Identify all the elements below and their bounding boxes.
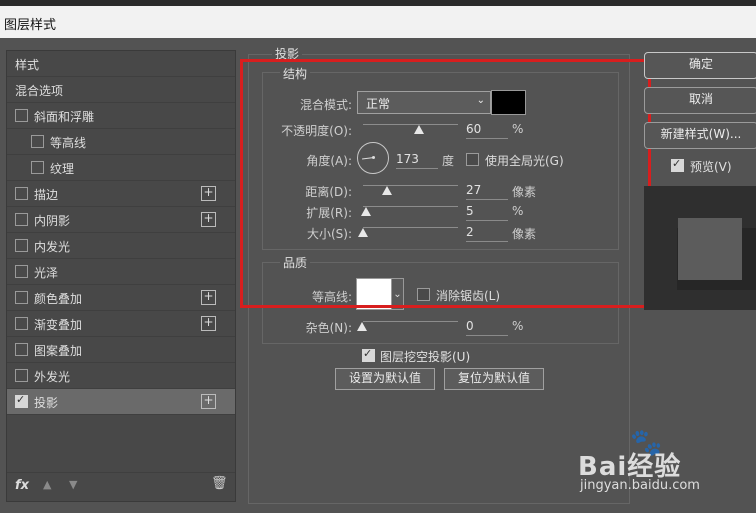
sidebar-item[interactable]: 内阴影 + [7, 207, 235, 233]
ok-button[interactable]: 确定 [644, 52, 756, 79]
sidebar-item[interactable]: 混合选项 [7, 77, 235, 103]
baidu-watermark: 🐾 Bai经验 jingyan.baidu.com [576, 428, 756, 498]
sidebar-item-label: 斜面和浮雕 [34, 110, 95, 124]
add-effect-icon[interactable]: + [201, 186, 216, 201]
trash-icon[interactable]: 🗑 [211, 476, 228, 491]
add-effect-icon[interactable]: + [201, 290, 216, 305]
sidebar-item-checkbox[interactable] [15, 393, 28, 408]
fx-button[interactable]: fx [15, 478, 29, 493]
sidebar-item[interactable]: 投影 + [7, 389, 235, 415]
knockout-checkbox[interactable] [362, 347, 375, 362]
sidebar-item-label: 描边 [34, 188, 59, 202]
sidebar-item[interactable]: 颜色叠加 + [7, 285, 235, 311]
noise-unit: % [512, 319, 524, 333]
noise-slider-handle[interactable] [357, 322, 367, 331]
sidebar-item[interactable]: 纹理 [7, 155, 235, 181]
watermark-url: jingyan.baidu.com [580, 478, 700, 493]
sidebar-item-checkbox[interactable] [15, 265, 28, 278]
sidebar-item[interactable]: 图案叠加 [7, 337, 235, 363]
sidebar-item-checkbox[interactable] [15, 239, 28, 252]
move-up-icon[interactable]: ▲ [43, 478, 51, 491]
sidebar-item[interactable]: 描边 + [7, 181, 235, 207]
sidebar-item-label: 纹理 [50, 162, 75, 176]
sidebar-item[interactable]: 外发光 [7, 363, 235, 389]
noise-slider-track[interactable] [363, 321, 458, 322]
add-effect-icon[interactable]: + [201, 316, 216, 331]
noise-label: 杂色(N): [305, 321, 352, 335]
sidebar-item-label: 等高线 [50, 136, 87, 150]
sidebar-item[interactable]: 渐变叠加 + [7, 311, 235, 337]
add-effect-icon[interactable]: + [201, 394, 216, 409]
cancel-button[interactable]: 取消 [644, 87, 756, 114]
sidebar-item-checkbox[interactable] [15, 343, 28, 356]
sidebar-item-label: 内阴影 [34, 214, 71, 228]
sidebar-item[interactable]: 等高线 [7, 129, 235, 155]
sidebar-item-label: 渐变叠加 [34, 318, 83, 332]
add-effect-icon[interactable]: + [201, 212, 216, 227]
style-list-header-label: 样式 [15, 58, 40, 72]
sidebar-item-checkbox[interactable] [15, 317, 28, 330]
sidebar-item-checkbox[interactable] [31, 135, 44, 148]
set-default-button[interactable]: 设置为默认值 [335, 368, 435, 390]
preview-thumbnail [644, 186, 756, 310]
style-list-footer: fx ▲ ▼ 🗑 [7, 472, 235, 501]
sidebar-item-checkbox[interactable] [15, 187, 28, 200]
sidebar-item-label: 混合选项 [15, 84, 64, 98]
sidebar-item-label: 投影 [34, 396, 59, 410]
knockout-label: 图层挖空投影(U) [380, 350, 471, 364]
noise-input[interactable]: 0 [466, 319, 508, 336]
preview-checkbox[interactable] [671, 157, 684, 172]
preview-label: 预览(V) [690, 160, 732, 174]
title-bar: 图层样式 [0, 6, 756, 38]
sidebar-item-label: 外发光 [34, 370, 71, 384]
window-title: 图层样式 [4, 18, 57, 33]
sidebar-item[interactable]: 斜面和浮雕 [7, 103, 235, 129]
sidebar-item-checkbox[interactable] [15, 213, 28, 226]
sidebar-item-checkbox[interactable] [15, 291, 28, 304]
sidebar-item-checkbox[interactable] [15, 109, 28, 122]
sidebar-item-label: 颜色叠加 [34, 292, 83, 306]
sidebar-item-label: 图案叠加 [34, 344, 83, 358]
highlight-box [240, 59, 651, 308]
sidebar-item[interactable]: 内发光 [7, 233, 235, 259]
move-down-icon[interactable]: ▼ [69, 478, 77, 491]
sidebar-item-checkbox[interactable] [15, 369, 28, 382]
style-list-header: 样式 [7, 51, 235, 77]
sidebar-item-checkbox[interactable] [31, 161, 44, 174]
sidebar-item[interactable]: 光泽 [7, 259, 235, 285]
new-style-button[interactable]: 新建样式(W)... [644, 122, 756, 149]
sidebar-item-label: 内发光 [34, 240, 71, 254]
style-list: 样式 混合选项斜面和浮雕等高线纹理描边 + 内阴影 + 内发光光泽颜色叠加 + 渐变叠加 + 图… [6, 50, 236, 502]
reset-default-button[interactable]: 复位为默认值 [444, 368, 544, 390]
sidebar-item-label: 光泽 [34, 266, 59, 280]
